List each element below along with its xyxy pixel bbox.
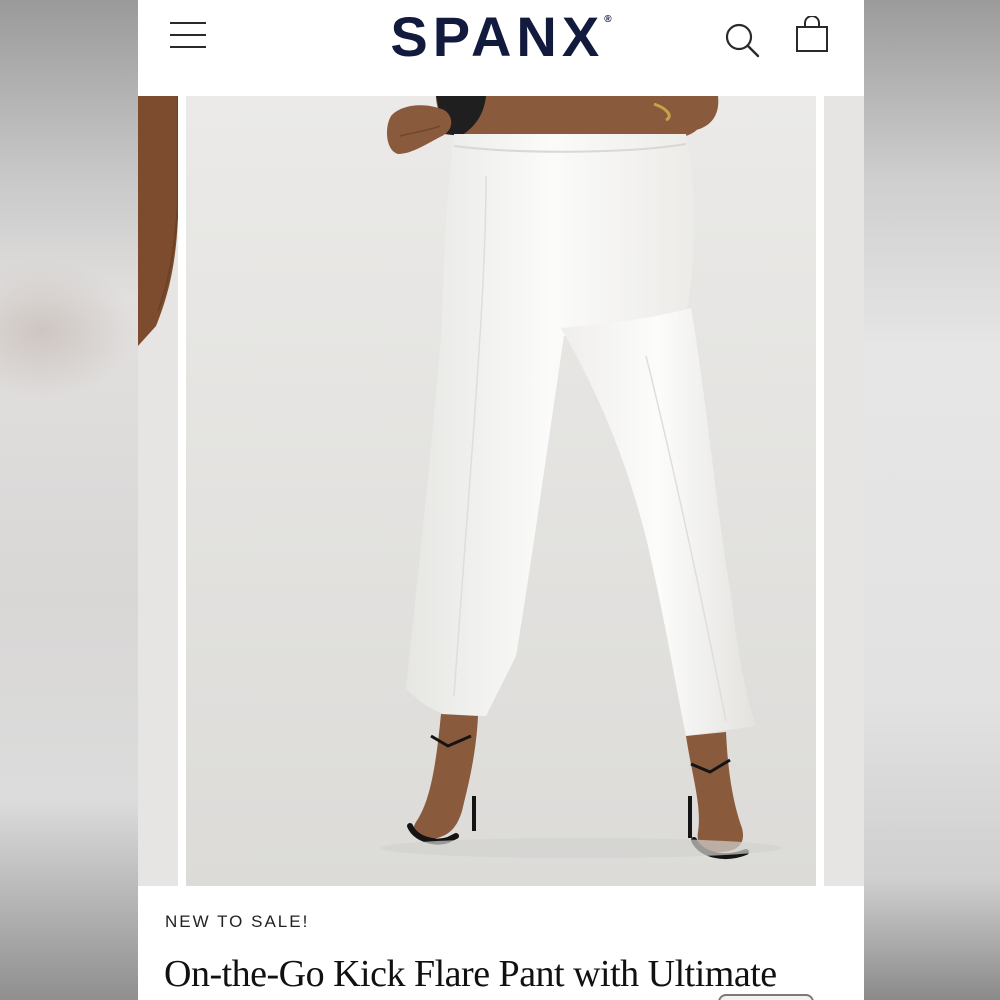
product-info: NEW TO SALE! On-the-Go Kick Flare Pant w… — [138, 886, 864, 1000]
sale-badge: NEW TO SALE! — [165, 912, 310, 931]
search-icon[interactable] — [722, 20, 762, 60]
brand-logo-text: SPANX — [390, 5, 605, 68]
blurred-background-left-detail — [0, 260, 138, 400]
registered-mark: ® — [604, 14, 612, 25]
blurred-background-left — [0, 0, 138, 1000]
product-page-screen: SPANX® NEW TO SALE! On-the-Go Kick Flare… — [138, 0, 864, 1000]
blurred-background-right — [864, 0, 1000, 1000]
product-photo[interactable] — [186, 96, 816, 886]
next-slide-peek[interactable] — [824, 96, 864, 886]
previous-slide-peek[interactable] — [138, 96, 178, 886]
site-header: SPANX® — [138, 0, 864, 97]
shopping-bag-icon[interactable] — [792, 15, 832, 56]
product-title: On-the-Go Kick Flare Pant with Ultimate — [164, 953, 777, 995]
scroll-handle[interactable] — [718, 994, 814, 1000]
product-image-carousel[interactable] — [138, 96, 864, 886]
